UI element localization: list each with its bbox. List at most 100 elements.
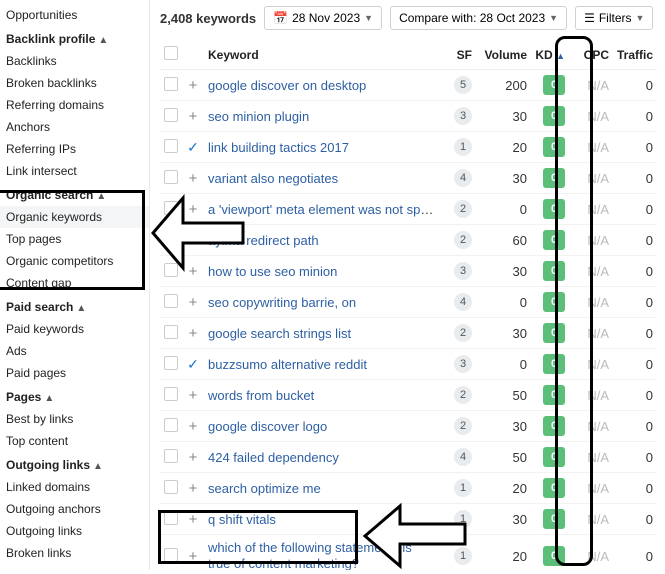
plus-icon[interactable]: + (186, 294, 200, 311)
checkbox-all[interactable] (164, 46, 178, 60)
row-checkbox[interactable] (164, 170, 178, 184)
plus-icon[interactable]: + (186, 108, 200, 125)
sidebar-item-organic-keywords[interactable]: Organic keywords (0, 206, 149, 228)
caret-up-icon: ▲ (96, 191, 106, 202)
row-checkbox[interactable] (164, 480, 178, 494)
traffic-cell: 0 (613, 380, 657, 411)
row-checkbox[interactable] (164, 511, 178, 525)
sidebar-item-outgoing-anchors[interactable]: Outgoing anchors (0, 498, 149, 520)
keyword-link[interactable]: google discover on desktop (208, 78, 366, 93)
check-icon[interactable]: ✓ (186, 356, 200, 373)
keyword-link[interactable]: ayima redirect path (208, 233, 319, 248)
keyword-link[interactable]: seo copywriting barrie, on (208, 295, 356, 310)
row-checkbox[interactable] (164, 232, 178, 246)
col-traffic[interactable]: Traffic (613, 40, 657, 70)
sf-badge: 3 (454, 355, 472, 373)
col-keyword[interactable]: Keyword (204, 40, 440, 70)
row-checkbox[interactable] (164, 418, 178, 432)
plus-icon[interactable]: + (186, 418, 200, 435)
keyword-link[interactable]: search optimize me (208, 481, 321, 496)
sidebar-item-linked-domains[interactable]: Linked domains (0, 476, 149, 498)
row-checkbox[interactable] (164, 263, 178, 277)
row-checkbox[interactable] (164, 77, 178, 91)
sidebar-item-top-pages[interactable]: Top pages (0, 228, 149, 250)
row-checkbox[interactable] (164, 449, 178, 463)
keyword-link[interactable]: 424 failed dependency (208, 450, 339, 465)
plus-icon[interactable]: + (186, 170, 200, 187)
row-checkbox[interactable] (164, 548, 178, 562)
sidebar-item-organic-competitors[interactable]: Organic competitors (0, 250, 149, 272)
cpc-cell: N/A (569, 504, 613, 535)
kd-badge: 0 (543, 509, 565, 529)
sidebar-group-pages[interactable]: Pages▲ (0, 384, 149, 408)
volume-cell: 30 (476, 411, 531, 442)
row-checkbox[interactable] (164, 108, 178, 122)
keyword-link[interactable]: link building tactics 2017 (208, 140, 349, 155)
sidebar-item-broken-backlinks[interactable]: Broken backlinks (0, 72, 149, 94)
keyword-link[interactable]: google search strings list (208, 326, 351, 341)
sidebar-group-outgoing[interactable]: Outgoing links▲ (0, 452, 149, 476)
date-picker-button[interactable]: 📅 28 Nov 2023 ▼ (264, 6, 382, 30)
plus-icon[interactable]: + (186, 263, 200, 280)
plus-icon[interactable]: + (186, 548, 200, 565)
caret-down-icon: ▼ (549, 13, 558, 23)
sidebar-group-backlink[interactable]: Backlink profile▲ (0, 26, 149, 50)
check-icon[interactable]: ✓ (186, 139, 200, 156)
sidebar-item-content-gap[interactable]: Content gap (0, 272, 149, 294)
row-checkbox[interactable] (164, 387, 178, 401)
sidebar-item-best-by-links[interactable]: Best by links (0, 408, 149, 430)
row-checkbox[interactable] (164, 294, 178, 308)
keyword-link[interactable]: how to use seo minion (208, 264, 337, 279)
sf-badge: 1 (454, 510, 472, 528)
plus-icon[interactable]: + (186, 201, 200, 218)
plus-icon[interactable]: + (186, 77, 200, 94)
sidebar-item-top-content[interactable]: Top content (0, 430, 149, 452)
plus-icon[interactable]: + (186, 325, 200, 342)
sidebar-item-backlinks[interactable]: Backlinks (0, 50, 149, 72)
keyword-link[interactable]: which of the following statements is tru… (208, 540, 412, 570)
compare-button[interactable]: Compare with: 28 Oct 2023 ▼ (390, 6, 567, 30)
sidebar-group-label: Backlink profile (6, 32, 95, 46)
sidebar-group-organic[interactable]: Organic search▲ (0, 182, 149, 206)
sidebar-item-referring-ips[interactable]: Referring IPs (0, 138, 149, 160)
plus-icon[interactable]: + (186, 480, 200, 497)
col-cpc[interactable]: CPC (569, 40, 613, 70)
volume-cell: 0 (476, 349, 531, 380)
col-volume[interactable]: Volume (476, 40, 531, 70)
plus-icon[interactable]: + (186, 511, 200, 528)
col-kd[interactable]: KD ▲ (531, 40, 569, 70)
keyword-link[interactable]: buzzsumo alternative reddit (208, 357, 367, 372)
row-checkbox[interactable] (164, 325, 178, 339)
plus-icon[interactable]: + (186, 232, 200, 249)
kd-badge: 0 (543, 75, 565, 95)
kd-badge: 0 (543, 323, 565, 343)
volume-cell: 0 (476, 194, 531, 225)
volume-cell: 30 (476, 256, 531, 287)
sidebar-item-paid-pages[interactable]: Paid pages (0, 362, 149, 384)
sidebar-item-referring-domains[interactable]: Referring domains (0, 94, 149, 116)
sidebar-item-anchors[interactable]: Anchors (0, 116, 149, 138)
sidebar-item-ads[interactable]: Ads (0, 340, 149, 362)
sidebar-item-paid-keywords[interactable]: Paid keywords (0, 318, 149, 340)
keyword-link[interactable]: words from bucket (208, 388, 314, 403)
volume-cell: 50 (476, 380, 531, 411)
keyword-link[interactable]: variant also negotiates (208, 171, 338, 186)
keyword-link[interactable]: q shift vitals (208, 512, 276, 527)
row-checkbox[interactable] (164, 201, 178, 215)
col-sf[interactable]: SF (440, 40, 476, 70)
keyword-link[interactable]: seo minion plugin (208, 109, 309, 124)
keyword-link[interactable]: google discover logo (208, 419, 327, 434)
keyword-link[interactable]: a 'viewport' meta element was not specif… (208, 202, 440, 217)
filters-button[interactable]: ☰ Filters ▼ (575, 6, 653, 30)
row-checkbox[interactable] (164, 139, 178, 153)
sidebar-item-broken-links[interactable]: Broken links (0, 542, 149, 564)
table-row: ✓buzzsumo alternative reddit300N/A0 (160, 349, 657, 380)
plus-icon[interactable]: + (186, 387, 200, 404)
row-checkbox[interactable] (164, 356, 178, 370)
sidebar-item-link-intersect[interactable]: Link intersect (0, 160, 149, 182)
plus-icon[interactable]: + (186, 449, 200, 466)
table-row: +google discover logo2300N/A0 (160, 411, 657, 442)
sidebar-group-paid[interactable]: Paid search▲ (0, 294, 149, 318)
sidebar-item-opportunities[interactable]: Opportunities (0, 4, 149, 26)
sidebar-item-outgoing-links[interactable]: Outgoing links (0, 520, 149, 542)
